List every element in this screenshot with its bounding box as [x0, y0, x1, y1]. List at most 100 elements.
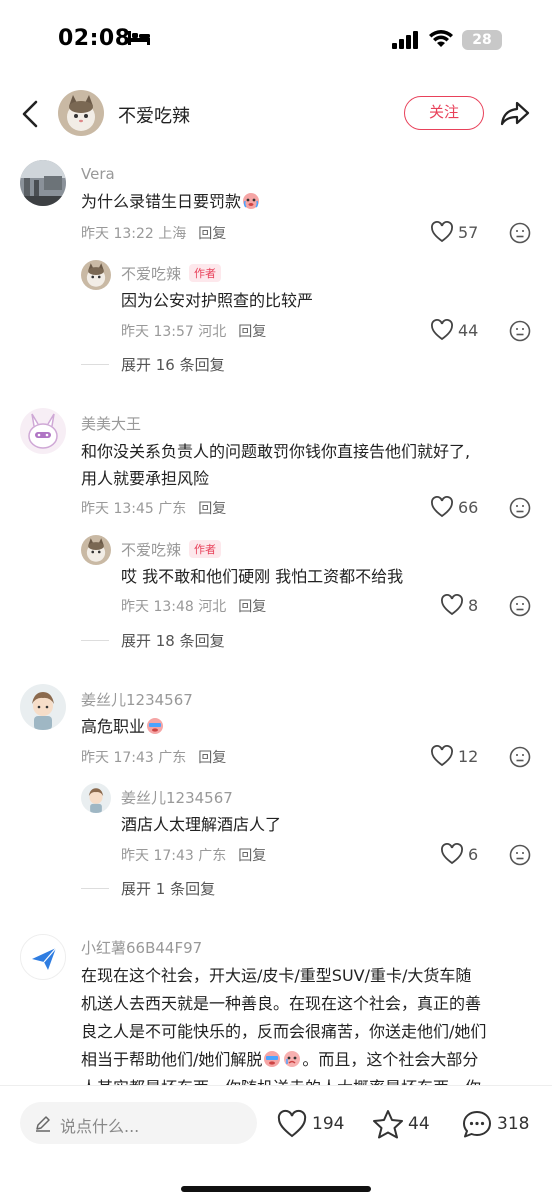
commenter-avatar[interactable] — [20, 684, 66, 730]
comment-like-button[interactable]: 66 — [430, 496, 478, 518]
commenter-name[interactable]: 美美大王 — [81, 413, 141, 434]
reply-avatar[interactable] — [81, 783, 111, 813]
comment-location: 广东 — [158, 750, 187, 766]
comment-time: 昨天 17:43 — [81, 750, 154, 766]
comment-text-content: 高危职业 — [81, 717, 146, 736]
commenter-avatar[interactable] — [20, 408, 66, 454]
status-time: 02:08 — [58, 26, 131, 51]
share-icon[interactable] — [500, 98, 530, 128]
like-count: 57 — [458, 222, 479, 242]
post-comment-count: 318 — [497, 1114, 530, 1134]
heart-icon — [431, 221, 453, 243]
comment-meta: 昨天 13:45 广东 回复 — [81, 498, 226, 518]
comment-meta: 昨天 13:22 上海 回复 — [81, 223, 226, 243]
heart-icon — [277, 1109, 307, 1138]
home-indicator — [181, 1186, 371, 1192]
commenter-name[interactable]: 姜丝儿1234567 — [81, 689, 193, 710]
reply-button[interactable]: 回复 — [198, 226, 226, 242]
reply-username[interactable]: 不爱吃辣 — [121, 265, 181, 283]
reply-button[interactable]: 回复 — [238, 848, 266, 864]
reply-location: 河北 — [198, 324, 227, 340]
comment-bubble-icon — [463, 1111, 491, 1138]
like-post-button[interactable]: 194 — [276, 1106, 344, 1142]
dislike-icon[interactable] — [509, 595, 531, 617]
dislike-icon[interactable] — [509, 320, 531, 342]
reply-time: 昨天 13:57 — [121, 324, 194, 340]
dislike-icon[interactable] — [509, 497, 531, 519]
author-avatar[interactable] — [58, 90, 104, 136]
comment-input[interactable]: 说点什么... — [20, 1102, 257, 1144]
comment-text-content: 。而且，这个社会大部分 — [302, 1050, 479, 1069]
like-count: 66 — [458, 497, 479, 517]
heart-icon — [431, 496, 453, 518]
expand-replies-button[interactable]: 展开 1 条回复 — [121, 878, 215, 899]
reply-text: 哎 我不敢和他们硬刚 我怕工资都不给我 — [121, 567, 404, 586]
commenter-avatar[interactable] — [20, 160, 66, 206]
expand-divider — [81, 640, 109, 641]
reply-author-row: 不爱吃辣 作者 — [121, 539, 222, 560]
commenter-name[interactable]: 小红薯66B44F97 — [81, 937, 202, 958]
reply-username[interactable]: 姜丝儿1234567 — [121, 787, 233, 808]
commenter-name[interactable]: Vera — [81, 165, 115, 183]
comments-list[interactable]: Vera 为什么录错生日要罚款 昨天 13:22 上海 回复 57 不爱吃辣 作者 … — [0, 150, 552, 1085]
reply-username[interactable]: 不爱吃辣 — [121, 541, 181, 559]
reply-time: 昨天 17:43 — [121, 848, 194, 864]
comment-post-button[interactable]: 318 — [461, 1106, 529, 1142]
bottom-action-bar: 说点什么... 194 44 318 — [0, 1085, 552, 1200]
heart-icon — [431, 745, 453, 767]
crying-emoji-icon — [147, 718, 164, 734]
comment-text-line: 良之人是不可能快乐的，反而会很痛苦，你送走他们/她们 — [81, 1022, 487, 1041]
dislike-icon[interactable] — [509, 844, 531, 866]
reply-button[interactable]: 回复 — [238, 599, 266, 615]
like-count: 44 — [458, 320, 479, 340]
post-favorite-count: 44 — [408, 1114, 430, 1134]
dislike-icon[interactable] — [509, 746, 531, 768]
comment-time: 昨天 13:22 — [81, 226, 154, 242]
comment-text-line: 和你没关系负责人的问题敢罚你钱你直接告他们就好了, — [81, 442, 471, 461]
reply-location: 河北 — [198, 599, 227, 615]
reply-like-button[interactable]: 6 — [440, 843, 478, 865]
reply-button[interactable]: 回复 — [198, 750, 226, 766]
comment-like-button[interactable]: 12 — [430, 745, 478, 767]
like-count: 6 — [468, 844, 479, 864]
header: 不爱吃辣 关注 — [0, 80, 552, 148]
reply-avatar[interactable] — [81, 535, 111, 565]
comment-text-line: 用人就要承担风险 — [81, 469, 210, 488]
author-badge: 作者 — [189, 264, 222, 282]
battery-indicator: 28 — [462, 30, 502, 50]
comment-text-content: 为什么录错生日要罚款 — [81, 192, 242, 211]
heart-icon — [441, 594, 463, 616]
post-like-count: 194 — [312, 1114, 345, 1134]
reply-text: 酒店人太理解酒店人了 — [121, 815, 282, 834]
reply-button[interactable]: 回复 — [238, 324, 266, 340]
reply-like-button[interactable]: 8 — [440, 594, 478, 616]
comment-text-line: 相当于帮助他们/她们解脱 。而且，这个社会大部分 — [81, 1046, 478, 1073]
comment-text-content: 相当于帮助他们/她们解脱 — [81, 1050, 263, 1069]
comment-text-line: 人其实都是坏东西，你随机送走的人大概率是坏东西，你 — [81, 1074, 481, 1085]
like-count: 8 — [468, 595, 479, 615]
heart-icon — [441, 843, 463, 865]
heart-icon — [431, 319, 453, 341]
expand-replies-button[interactable]: 展开 18 条回复 — [121, 630, 225, 651]
reply-button[interactable]: 回复 — [198, 501, 226, 517]
commenter-avatar[interactable] — [20, 934, 66, 980]
author-name[interactable]: 不爱吃辣 — [118, 102, 190, 128]
reply-meta: 昨天 13:57 河北 回复 — [121, 321, 266, 341]
crying-face-icon — [284, 1051, 301, 1067]
reply-like-button[interactable]: 44 — [430, 319, 478, 341]
follow-button[interactable]: 关注 — [404, 96, 484, 130]
back-icon[interactable] — [20, 100, 42, 128]
reply-meta: 昨天 17:43 广东 回复 — [121, 845, 266, 865]
reply-location: 广东 — [198, 848, 227, 864]
pencil-icon — [36, 1116, 50, 1132]
expand-replies-button[interactable]: 展开 16 条回复 — [121, 354, 225, 375]
comment-like-button[interactable]: 57 — [430, 221, 478, 243]
dislike-icon[interactable] — [509, 222, 531, 244]
reply-avatar[interactable] — [81, 260, 111, 290]
expand-divider — [81, 364, 109, 365]
comment-location: 上海 — [158, 226, 187, 242]
signal-icon — [392, 31, 418, 49]
crying-emoji-icon — [264, 1051, 281, 1067]
favorite-post-button[interactable]: 44 — [372, 1106, 430, 1142]
comment-text-line: 机送人去西天就是一种善良。在现在这个社会，真正的善 — [81, 994, 482, 1013]
